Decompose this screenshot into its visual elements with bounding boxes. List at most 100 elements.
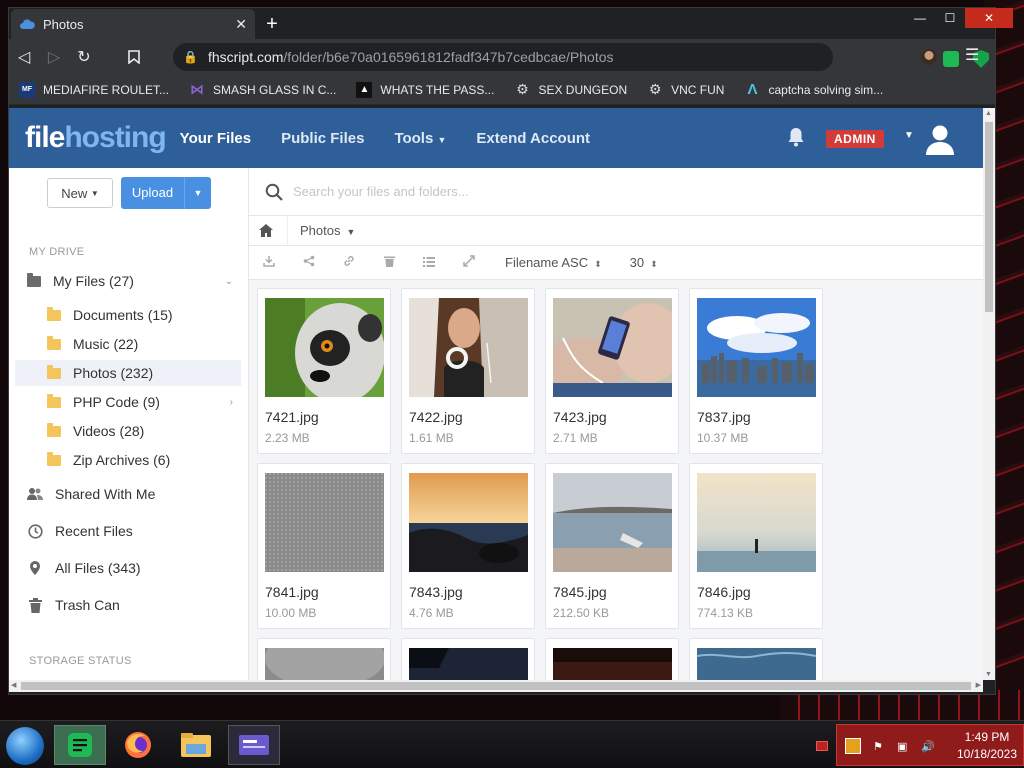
file-card[interactable]: 7837.jpg 10.37 MB [689,288,823,454]
new-button[interactable]: New ▼ [47,178,113,208]
bookmark-item[interactable]: MF MEDIAFIRE ROULET... [19,81,169,98]
scroll-left-icon[interactable]: ◀ [11,681,16,689]
file-actions-bar: Filename ASC ⬍ 30 ⬍ [249,246,983,280]
extension-chat-icon[interactable] [943,51,959,67]
vertical-scrollbar[interactable]: ▲ ▼ [983,108,995,680]
sidebar-item-zip-archives[interactable]: Zip Archives (6) [15,447,241,473]
sidebar-item-videos[interactable]: Videos (28) [15,418,241,444]
scroll-up-icon[interactable]: ▲ [985,110,992,117]
horizontal-scrollbar[interactable]: ◀ ▶ [9,680,983,692]
scrollbar-thumb[interactable] [985,122,993,312]
flag-icon[interactable]: ⚑ [873,740,887,753]
taskbar-app-window[interactable] [228,725,280,765]
forward-icon[interactable]: ▷ [39,42,69,72]
fullscreen-icon[interactable] [449,255,489,270]
sidebar-item-php-code[interactable]: PHP Code (9) › [15,389,241,415]
chevron-right-icon[interactable]: › [230,397,233,408]
url-domain: fhscript.com [207,49,284,65]
file-card[interactable]: 7423.jpg 2.71 MB [545,288,679,454]
scroll-right-icon[interactable]: ▶ [976,681,981,689]
bookmark-item[interactable]: ⚙ SEX DUNGEON [514,81,627,98]
file-card[interactable]: 7843.jpg 4.76 MB [401,463,535,629]
address-bar[interactable]: 🔒 fhscript.com/folder/b6e70a0165961812fa… [173,43,989,71]
user-avatar-icon[interactable] [923,122,957,156]
bell-icon[interactable] [787,127,805,147]
sidebar-item-documents[interactable]: Documents (15) [15,302,241,328]
site-logo[interactable]: filehosting [25,121,167,155]
per-page-select[interactable]: 30 ⬍ [630,255,658,270]
close-tab-icon[interactable]: ✕ [235,16,247,33]
upload-button[interactable]: Upload ▼ [121,177,211,209]
breadcrumb-current[interactable]: Photos ▼ [300,223,355,238]
bookmark-item[interactable]: ▲ WHATS THE PASS... [356,81,494,98]
taskbar-firefox[interactable] [112,725,164,765]
file-card[interactable] [401,638,535,680]
scrollbar-thumb[interactable] [21,682,971,690]
new-tab-icon[interactable]: + [261,14,283,36]
sort-arrows-icon: ⬍ [594,259,602,269]
bookmark-label: SMASH GLASS IN C... [213,82,337,97]
chevron-down-icon[interactable]: ▼ [904,130,914,141]
file-size: 10.00 MB [265,606,317,620]
lock-icon: 🔒 [183,50,198,64]
download-icon[interactable] [249,255,289,270]
taskbar-file-explorer[interactable] [170,725,222,765]
search-input[interactable] [293,184,693,199]
sidebar-item-trash[interactable]: Trash Can [15,592,241,618]
file-card[interactable] [257,638,391,680]
link-icon[interactable] [329,255,369,270]
sidebar-item-music[interactable]: Music (22) [15,331,241,357]
sort-select[interactable]: Filename ASC ⬍ [505,255,602,270]
sidebar-item-all-files[interactable]: All Files (343) [15,555,241,581]
nav-extend-account[interactable]: Extend Account [476,130,590,147]
bookmark-item[interactable]: Λ captcha solving sim... [744,81,884,98]
volume-icon[interactable]: 🔊 [921,740,935,753]
profile-avatar[interactable] [921,49,937,65]
file-name: 7423.jpg [553,409,607,425]
browser-tab[interactable]: Photos ✕ [11,9,255,39]
start-button[interactable] [6,727,44,765]
upload-dropdown-icon[interactable]: ▼ [185,188,211,198]
sidebar-item-shared[interactable]: Shared With Me [15,481,241,507]
file-card[interactable]: 7421.jpg 2.23 MB [257,288,391,454]
home-icon[interactable] [259,223,273,238]
maximize-icon[interactable]: ☐ [935,8,965,28]
file-card[interactable]: 7846.jpg 774.13 KB [689,463,823,629]
file-size: 774.13 KB [697,606,754,620]
file-card[interactable]: 7422.jpg 1.61 MB [401,288,535,454]
network-icon[interactable]: ▣ [897,740,911,753]
scroll-down-icon[interactable]: ▼ [985,671,992,678]
menu-icon[interactable]: ☰ [965,45,979,65]
tray-app-icon[interactable] [845,738,861,754]
sidebar-item-recent[interactable]: Recent Files [15,518,241,544]
file-size: 1.61 MB [409,431,454,445]
file-card[interactable]: 7841.jpg 10.00 MB [257,463,391,629]
file-card[interactable] [545,638,679,680]
sidebar-item-photos[interactable]: Photos (232) [15,360,241,386]
back-icon[interactable]: ◁ [9,42,39,72]
nav-your-files[interactable]: Your Files [180,130,251,147]
clock[interactable]: 1:49 PM 10/18/2023 [949,729,1024,763]
minimize-icon[interactable]: — [905,8,935,28]
admin-badge[interactable]: ADMIN [826,130,884,148]
list-view-icon[interactable] [409,256,449,270]
sidebar-item-my-files[interactable]: My Files (27) ⌄ [15,268,241,294]
reload-icon[interactable]: ↻ [69,42,99,72]
bookmarks-bar: MF MEDIAFIRE ROULET... ⋈ SMASH GLASS IN … [9,75,995,105]
file-card[interactable]: 7845.jpg 212.50 KB [545,463,679,629]
bookmark-item[interactable]: ⋈ SMASH GLASS IN C... [189,81,337,98]
trash-icon[interactable] [369,255,409,270]
chevron-down-icon[interactable]: ⌄ [225,276,233,287]
close-window-icon[interactable]: ✕ [965,8,1013,28]
bookmark-label: captcha solving sim... [768,82,884,97]
taskbar-notes-app[interactable] [54,725,106,765]
show-hidden-icons-icon[interactable] [816,741,828,751]
bookmark-item[interactable]: ⚙ VNC FUN [647,81,725,98]
nav-tools[interactable]: Tools ▼ [394,130,446,147]
file-thumbnail [409,648,528,680]
share-icon[interactable] [289,255,329,270]
file-card[interactable] [689,638,823,680]
nav-public-files[interactable]: Public Files [281,130,364,147]
folder-icon [27,272,41,287]
bookmark-icon[interactable] [119,42,149,72]
